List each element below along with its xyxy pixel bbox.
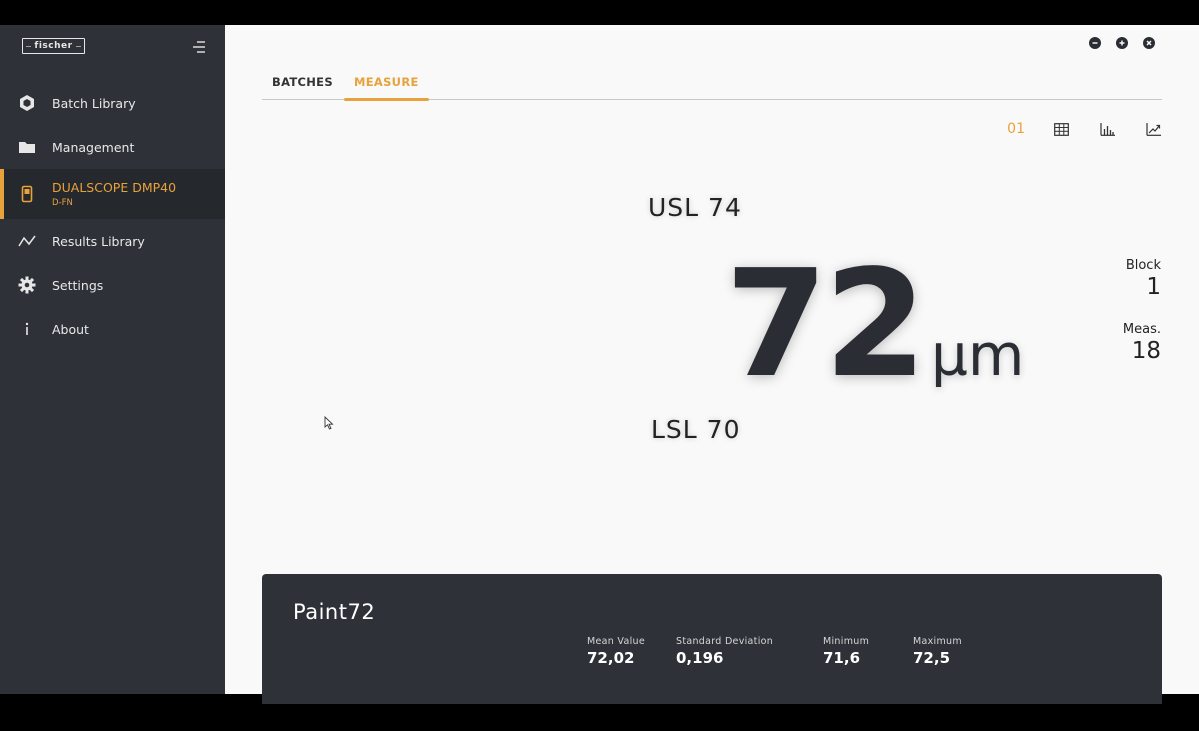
mouse-cursor-icon (324, 415, 334, 434)
histogram-view-icon[interactable] (1097, 120, 1117, 138)
stat-label: Minimum (823, 636, 870, 647)
measurement-counter: Meas. 18 (1123, 322, 1161, 364)
sidebar-item-label: Batch Library (52, 95, 136, 111)
sidebar-item-about[interactable]: About (0, 307, 225, 351)
lower-spec-limit: LSL 70 (651, 415, 741, 444)
sidebar-item-results-library[interactable]: Results Library (0, 219, 225, 263)
sidebar-item-settings[interactable]: Settings (0, 263, 225, 307)
stat-minimum: Minimum 71,6 (823, 636, 869, 667)
sidebar-item-label: Management (52, 139, 135, 155)
upper-spec-limit: USL 74 (648, 193, 742, 222)
sidebar-item-label: About (52, 321, 89, 337)
fischer-logo: fischer (22, 38, 85, 54)
window-controls (1089, 37, 1155, 49)
folder-icon (17, 137, 37, 157)
tab-measure[interactable]: MEASURE (344, 75, 429, 101)
sidebar: fischer Batch Library Management DUALSCO… (0, 25, 225, 694)
app-window: fischer Batch Library Management DUALSCO… (0, 25, 1199, 704)
sidebar-item-sublabel: D-FN (52, 198, 73, 208)
stat-label: Maximum (913, 636, 962, 647)
logo-text: fischer (31, 41, 76, 51)
block-counter: Block 1 (1126, 258, 1161, 300)
maximize-button[interactable] (1116, 37, 1128, 49)
close-button[interactable] (1143, 37, 1155, 49)
stat-mean: Mean Value 72,02 (587, 636, 645, 667)
stat-label: Standard Deviation (676, 636, 774, 647)
measurement-reading: 72 µm (725, 250, 1024, 398)
sidebar-item-management[interactable]: Management (0, 125, 225, 169)
tab-batches[interactable]: BATCHES (272, 75, 333, 89)
stat-value: 72,02 (587, 649, 635, 667)
table-view-icon[interactable] (1051, 120, 1071, 138)
stat-std-dev: Standard Deviation 0,196 (676, 636, 773, 667)
sidebar-item-batch-library[interactable]: Batch Library (0, 81, 225, 125)
batch-name: Paint72 (293, 600, 376, 624)
measurement-unit: µm (930, 321, 1025, 389)
main-panel: BATCHES MEASURE 01 USL 74 72 µm LSL 70 B… (225, 25, 1199, 704)
gear-icon (17, 275, 37, 295)
measurement-value: 72 (725, 238, 927, 410)
sidebar-item-label: DUALSCOPE DMP40 (52, 180, 177, 195)
stat-value: 0,196 (676, 649, 724, 667)
trend-chart-view-icon[interactable] (1143, 120, 1163, 138)
view-toolbar: 01 (1007, 120, 1163, 138)
sidebar-item-label: Results Library (52, 233, 145, 249)
meas-label: Meas. (1122, 322, 1161, 337)
device-icon (17, 184, 37, 204)
block-label: Block (1125, 258, 1161, 273)
sidebar-item-dualscope[interactable]: DUALSCOPE DMP40 D-FN (0, 169, 225, 219)
block-value: 1 (1146, 274, 1161, 300)
stat-value: 71,6 (823, 649, 861, 667)
minimize-button[interactable] (1089, 37, 1101, 49)
menu-toggle-icon[interactable] (192, 39, 206, 53)
info-icon (17, 319, 37, 339)
tab-bar: BATCHES MEASURE (262, 68, 1162, 101)
channel-selector[interactable]: 01 (1007, 120, 1025, 138)
sidebar-item-label: Settings (52, 277, 104, 293)
meas-value: 18 (1131, 338, 1161, 364)
batch-statistics-panel: Paint72 Mean Value 72,02 Standard Deviat… (262, 574, 1162, 704)
stat-maximum: Maximum 72,5 (913, 636, 962, 667)
stat-label: Mean Value (587, 636, 645, 647)
sidebar-nav: Batch Library Management DUALSCOPE DMP40… (0, 81, 225, 351)
graph-icon (17, 231, 37, 251)
stat-value: 72,5 (913, 649, 951, 667)
hexagon-icon (17, 93, 37, 113)
